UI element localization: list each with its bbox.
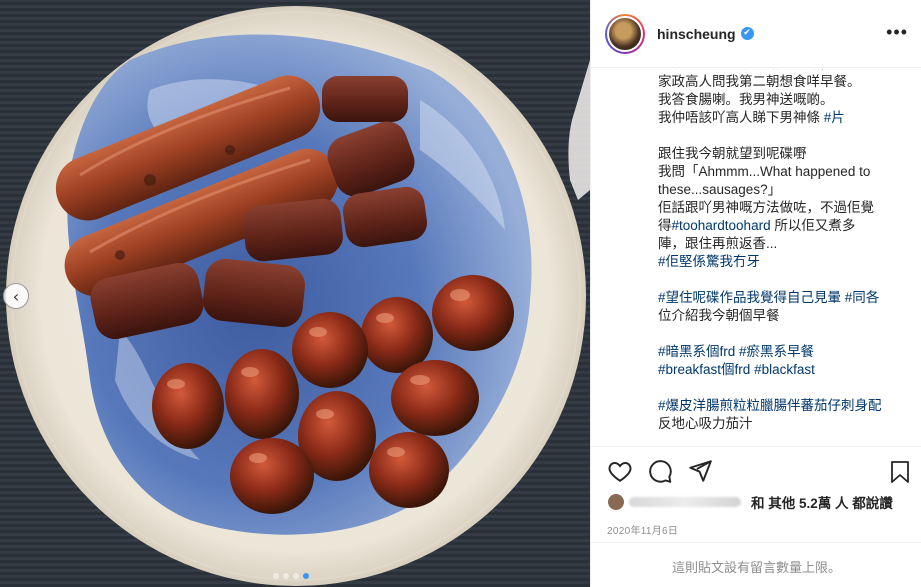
- avatar[interactable]: [605, 13, 645, 54]
- caption-line: 得#toohardtoohard 所以佢又煮多: [658, 217, 908, 235]
- hashtag-link[interactable]: #爆皮洋腸煎粒粒臘腸伴蕃茄仔刺身配: [658, 398, 882, 413]
- caption-text-span: 跟住我今朝就望到呢碟嘢: [658, 146, 807, 161]
- hashtag-link[interactable]: #片: [824, 110, 845, 125]
- likes-count-text[interactable]: 和 其他 5.2萬 人 都說讚: [751, 492, 893, 512]
- post-header: hinscheung ✔ •••: [591, 0, 921, 68]
- hashtag-link[interactable]: #暗黑系個frd: [658, 344, 735, 359]
- hashtag-link[interactable]: #blackfast: [754, 362, 815, 377]
- liker-avatar: [607, 493, 625, 511]
- caption-line: #佢堅係驚我冇牙: [658, 253, 908, 271]
- caption-text-span: 尋晚返到屋企半三點幾一點，: [658, 69, 834, 71]
- post-date[interactable]: 2020年11月6日: [607, 522, 678, 537]
- caption-line: 位介紹我今朝個早餐: [658, 307, 908, 325]
- carousel-dot: [283, 573, 289, 579]
- carousel-dot: [273, 573, 279, 579]
- carousel-indicator: [273, 573, 309, 579]
- caption-text-span: 家政高人問我第二朝想食咩早餐。: [658, 74, 861, 89]
- caption-line: 我答食腸喇。我男神送嘅啲。: [658, 91, 908, 109]
- action-bar: [591, 446, 921, 494]
- caption-text: 尋晚返到屋企半三點幾一點， 家政高人問我第二朝想食咩早餐。我答食腸喇。我男神送嘅啲…: [658, 69, 908, 433]
- caption-text-span: these...sausages?」: [658, 182, 782, 197]
- caption-text-span: 位介紹我今朝個早餐: [658, 308, 780, 323]
- hashtag-link[interactable]: #佢堅係驚我冇牙: [658, 254, 760, 269]
- caption-line: #爆皮洋腸煎粒粒臘腸伴蕃茄仔刺身配: [658, 397, 908, 415]
- caption-line: 我問「Ahmmm...What happened to: [658, 163, 908, 181]
- caption-text-span: 佢話跟吖男神嘅方法做咗，不過佢覺: [658, 200, 874, 215]
- bookmark-icon[interactable]: [888, 459, 912, 485]
- caption-line: 我仲唔該吖高人睇下男神條 #片: [658, 109, 908, 127]
- hashtag-link[interactable]: #breakfast個frd: [658, 362, 750, 377]
- hashtag-link[interactable]: #瘀黑系早餐: [739, 344, 814, 359]
- caption-line: #望住呢碟作品我覺得自己見暈 #同各: [658, 289, 908, 307]
- username-link[interactable]: hinscheung: [657, 26, 736, 42]
- caption-text-span: 陣，跟住再煎返香...: [658, 236, 778, 251]
- caption-line: 跟住我今朝就望到呢碟嘢: [658, 145, 908, 163]
- carousel-prev-button[interactable]: ‹: [3, 283, 29, 309]
- caption-text-span: 所以佢又煮多: [770, 218, 856, 233]
- likes-summary[interactable]: 和 其他 5.2萬 人 都說讚: [607, 492, 893, 512]
- caption-text-span: 我問「Ahmmm...What happened to: [658, 164, 871, 179]
- caption-line: #暗黑系個frd #瘀黑系早餐: [658, 343, 908, 361]
- carousel-dot: [293, 573, 299, 579]
- caption-scroll-area[interactable]: 尋晚返到屋企半三點幾一點， 家政高人問我第二朝想食咩早餐。我答食腸喇。我男神送嘅啲…: [591, 69, 921, 445]
- caption-line: 反地心吸力茄汁: [658, 415, 908, 433]
- hashtag-link[interactable]: #同各: [845, 290, 880, 305]
- caption-text-span: 我仲唔該吖高人睇下男神條: [658, 110, 824, 125]
- more-options-icon[interactable]: •••: [886, 22, 908, 43]
- breakfast-plate-image: [6, 6, 590, 586]
- caption-line: 家政高人問我第二朝想食咩早餐。: [658, 73, 908, 91]
- hashtag-link[interactable]: #toohardtoohard: [672, 218, 771, 233]
- carousel-dot-active: [303, 573, 309, 579]
- send-icon[interactable]: [687, 458, 713, 484]
- comment-icon[interactable]: [647, 458, 673, 484]
- caption-line: #breakfast個frd #blackfast: [658, 361, 908, 379]
- heart-icon[interactable]: [607, 458, 633, 484]
- verified-badge-icon: ✔: [740, 27, 754, 40]
- post-photo[interactable]: ‹: [0, 0, 590, 587]
- caption-line: these...sausages?」: [658, 181, 908, 199]
- chevron-left-icon: ‹: [12, 286, 20, 306]
- caption-line: 陣，跟住再煎返香...: [658, 235, 908, 253]
- caption-line: 佢話跟吖男神嘅方法做咗，不過佢覺: [658, 199, 908, 217]
- caption-text-span: 反地心吸力茄汁: [658, 416, 753, 431]
- post-side-panel: hinscheung ✔ ••• 尋晚返到屋企半三點幾一點， 家政高人問我第二朝想…: [590, 0, 921, 587]
- caption-text-span: 我答食腸喇。我男神送嘅啲。: [658, 92, 834, 107]
- hashtag-link[interactable]: #望住呢碟作品我覺得自己見暈: [658, 290, 841, 305]
- caption-text-span: 得: [658, 218, 672, 233]
- blurred-liker-name: [629, 497, 741, 507]
- comments-limit-notice: 這則貼文設有留言數量上限。: [591, 542, 921, 587]
